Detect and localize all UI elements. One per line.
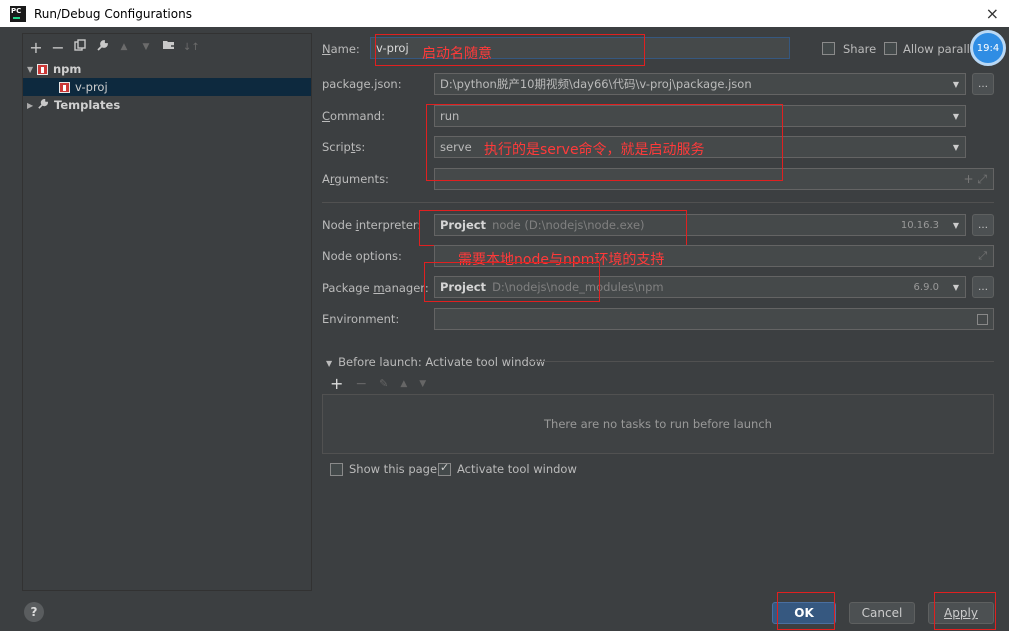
edit-environment-icon[interactable] <box>977 313 988 325</box>
tree-item-npm[interactable]: ▼ npm <box>23 60 311 78</box>
before-launch-toggle[interactable]: ▼ Before launch: Activate tool window <box>326 355 545 369</box>
show-page-checkbox[interactable] <box>330 462 343 476</box>
timer-badge: 19:4 <box>970 30 1006 66</box>
chevron-down-icon[interactable]: ▼ <box>947 277 965 297</box>
title-bar: PC Run/Debug Configurations × <box>0 0 1009 27</box>
tree-item-label: npm <box>53 62 82 76</box>
tree-item-label: v-proj <box>75 80 108 94</box>
before-launch-label: Before launch: Activate tool window <box>338 355 546 369</box>
move-up-icon[interactable]: ▲ <box>400 379 407 389</box>
help-button[interactable]: ? <box>24 602 44 622</box>
package-json-select[interactable]: D:\python脱产10期视频\day66\代码\v-proj\package… <box>434 73 966 95</box>
annotation-box <box>934 592 996 630</box>
annotation-box <box>426 104 783 181</box>
show-page-option[interactable]: Show this page <box>330 462 437 476</box>
wrench-icon[interactable] <box>95 39 109 56</box>
npm-icon <box>59 81 70 93</box>
move-down-icon[interactable]: ▼ <box>419 379 426 389</box>
package-json-label: package.json: <box>322 77 402 91</box>
sort-icon[interactable]: ↓↑ <box>183 42 200 53</box>
tree-toolbar: + − ▲ ▼ ↓↑ <box>23 34 311 60</box>
chevron-down-icon[interactable]: ▼ <box>947 215 965 235</box>
chevron-down-icon[interactable]: ▼ <box>947 106 965 126</box>
browse-npm-button[interactable]: … <box>972 276 994 298</box>
node-version: 10.16.3 <box>900 219 939 231</box>
name-label: Name: <box>322 42 360 56</box>
browse-node-button[interactable]: … <box>972 214 994 236</box>
copy-icon[interactable] <box>73 39 87 55</box>
package-json-value: D:\python脱产10期视频\day66\代码\v-proj\package… <box>440 77 752 91</box>
expand-icon[interactable]: + ⤢ <box>964 172 987 187</box>
node-options-label: Node options: <box>322 249 402 263</box>
activate-tool-label: Activate tool window <box>457 462 577 476</box>
before-launch-toolbar: + − ✎ ▲ ▼ <box>330 374 426 393</box>
package-manager-label: Package manager: <box>322 281 429 295</box>
node-interpreter-label: Node interpreter: <box>322 218 422 232</box>
close-icon[interactable]: × <box>986 4 999 23</box>
wrench-icon <box>37 98 49 113</box>
separator <box>322 202 994 203</box>
expand-arrow-icon[interactable]: ▼ <box>27 65 37 74</box>
remove-icon[interactable]: − <box>51 38 65 57</box>
add-icon[interactable]: + <box>330 374 343 393</box>
tree-item-templates[interactable]: ▶ Templates <box>23 96 311 114</box>
cancel-button[interactable]: Cancel <box>849 602 915 624</box>
pycharm-logo-icon: PC <box>10 5 26 22</box>
share-label: Share <box>843 42 877 56</box>
before-launch-tasks-list: There are no tasks to run before launch <box>322 394 994 454</box>
folder-icon[interactable] <box>161 39 175 55</box>
activate-tool-option[interactable]: Activate tool window <box>438 461 577 476</box>
share-checkbox[interactable] <box>822 42 835 55</box>
tree-item-label: Templates <box>54 98 121 112</box>
chevron-down-icon[interactable]: ▼ <box>947 74 965 94</box>
collapse-arrow-icon[interactable]: ▼ <box>326 359 332 368</box>
chevron-down-icon[interactable]: ▼ <box>947 137 965 157</box>
allow-parallel-checkbox[interactable] <box>884 42 897 55</box>
activate-tool-checkbox[interactable] <box>438 461 451 476</box>
annotation-box <box>419 210 687 246</box>
annotation-box <box>424 262 600 302</box>
expand-icon[interactable]: ⤢ <box>978 249 987 263</box>
move-down-icon[interactable]: ▼ <box>139 42 153 52</box>
npm-icon <box>37 63 48 75</box>
move-up-icon[interactable]: ▲ <box>117 42 131 52</box>
separator <box>528 361 994 362</box>
scripts-label: Scripts: <box>322 140 366 154</box>
add-icon[interactable]: + <box>29 38 43 57</box>
command-label: Command: <box>322 109 385 123</box>
allow-parallel-label: Allow paralle <box>903 42 977 56</box>
show-page-label: Show this page <box>349 462 438 476</box>
browse-package-json-button[interactable]: … <box>972 73 994 95</box>
configurations-tree-panel: + − ▲ ▼ ↓↑ ▼ npm v-proj ▶ Templates <box>22 33 312 591</box>
tree-item-v-proj[interactable]: v-proj <box>23 78 311 96</box>
arguments-label: Arguments: <box>322 172 389 186</box>
annotation-box <box>777 592 835 630</box>
remove-icon[interactable]: − <box>355 376 367 392</box>
collapse-arrow-icon[interactable]: ▶ <box>27 101 37 110</box>
environment-label: Environment: <box>322 312 400 326</box>
no-tasks-text: There are no tasks to run before launch <box>544 417 772 431</box>
edit-icon[interactable]: ✎ <box>379 377 388 390</box>
npm-version: 6.9.0 <box>913 281 939 293</box>
environment-input[interactable] <box>434 308 994 330</box>
window-title: Run/Debug Configurations <box>34 6 192 21</box>
annotation-box <box>375 34 645 66</box>
